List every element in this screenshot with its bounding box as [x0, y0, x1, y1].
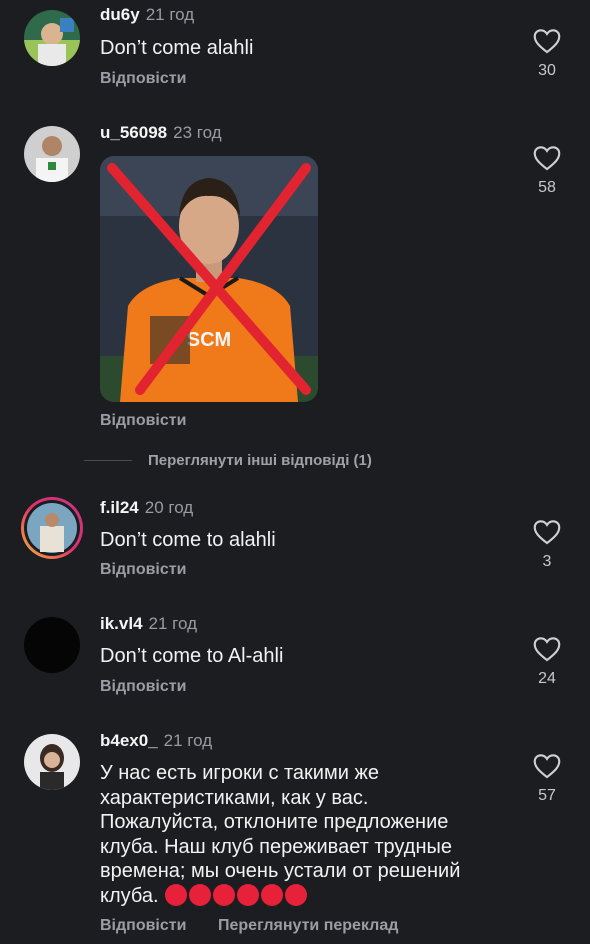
like-control: 3: [532, 519, 562, 571]
like-count: 24: [538, 670, 556, 687]
red-circle-icon: [260, 883, 283, 906]
heart-outline-icon[interactable]: [533, 753, 561, 779]
avatar[interactable]: [24, 617, 80, 673]
heart-outline-icon[interactable]: [533, 145, 561, 171]
username[interactable]: f.il24: [100, 498, 139, 517]
red-circle-icon: [188, 883, 211, 906]
username[interactable]: ik.vl4: [100, 614, 143, 633]
heart-outline-icon[interactable]: [533, 519, 561, 545]
reply-button[interactable]: Відповісти: [100, 70, 186, 88]
attached-image[interactable]: SCM: [100, 156, 318, 402]
comment-line: времена; мы очень устали от решений: [100, 860, 461, 882]
timestamp: 21 год: [163, 731, 213, 750]
username[interactable]: b4ex0_: [100, 731, 158, 750]
red-circle-icon: [212, 883, 235, 906]
divider: [84, 460, 132, 461]
comment-last-line: клуба.: [100, 883, 460, 909]
red-circle-icon: [236, 883, 259, 906]
timestamp: 21 год: [145, 5, 195, 24]
avatar[interactable]: [24, 126, 80, 182]
comment-line: Пожалуйста, отклоните предложение: [100, 811, 449, 833]
comment-line: клуба.: [100, 884, 159, 907]
reply-button[interactable]: Відповісти: [100, 561, 186, 579]
comment-text: Don’t come to Al-ahli: [100, 645, 284, 667]
comment-line: У нас есть игроки с такими же: [100, 762, 379, 784]
red-circle-icon: [284, 883, 307, 906]
view-more-replies[interactable]: Переглянути інші відповіді (1): [84, 452, 372, 469]
red-circle-emojis: [163, 883, 307, 909]
comment-text: Don’t come alahli: [100, 37, 254, 59]
comment-line: характеристиками, как у вас.: [100, 786, 369, 809]
like-control: 57: [532, 753, 562, 805]
avatar[interactable]: [24, 10, 80, 66]
like-control: 30: [532, 28, 562, 80]
red-circle-icon: [164, 883, 187, 906]
username[interactable]: u_56098: [100, 123, 167, 142]
see-translation-button[interactable]: Переглянути переклад: [218, 917, 398, 935]
view-more-replies-label: Переглянути інші відповіді (1): [148, 452, 372, 469]
reply-button[interactable]: Відповісти: [100, 412, 186, 430]
heart-outline-icon[interactable]: [533, 28, 561, 54]
like-control: 24: [532, 636, 562, 688]
comment-line: клуба. Наш клуб переживает трудные: [100, 835, 452, 858]
like-control: 58: [532, 145, 562, 197]
avatar[interactable]: [20, 496, 84, 560]
comment-meta: ik.vl4 21 год: [100, 614, 197, 634]
timestamp: 21 год: [148, 614, 198, 633]
sponsor-logo: SCM: [187, 329, 231, 351]
comment-meta: du6y 21 год: [100, 5, 194, 25]
like-count: 58: [538, 179, 556, 196]
timestamp: 20 год: [144, 498, 194, 517]
timestamp: 23 год: [173, 123, 222, 142]
username[interactable]: du6y: [100, 5, 140, 24]
like-count: 30: [538, 62, 556, 79]
avatar[interactable]: [24, 734, 80, 790]
like-count: 3: [542, 553, 552, 570]
like-count: 57: [538, 787, 556, 804]
comment-text: Don’t come to alahli: [100, 529, 276, 551]
comment-meta: b4ex0_ 21 год: [100, 731, 212, 751]
reply-button[interactable]: Відповісти: [100, 678, 186, 696]
comment-meta: u_56098 23 год: [100, 123, 222, 143]
comment-text: У нас есть игроки с такими же характерис…: [100, 761, 460, 908]
reply-button[interactable]: Відповісти: [100, 917, 186, 935]
comment-meta: f.il24 20 год: [100, 498, 193, 518]
heart-outline-icon[interactable]: [533, 636, 561, 662]
